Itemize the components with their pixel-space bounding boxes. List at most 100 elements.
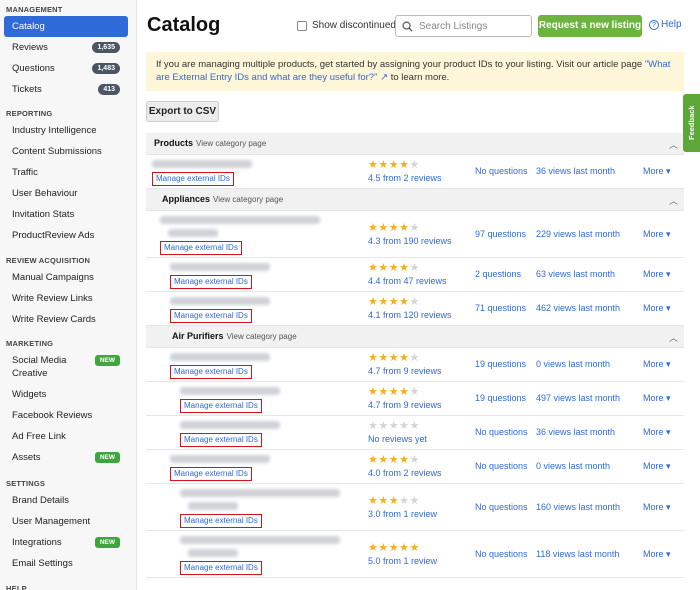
views-link[interactable]: 497 views last month (536, 393, 620, 403)
sidebar-item-catalog[interactable]: Catalog (4, 16, 128, 37)
manage-external-ids-link[interactable]: Manage external IDs (180, 433, 262, 447)
chevron-up-icon[interactable]: ︿ (669, 138, 678, 151)
chevron-up-icon[interactable]: ︿ (669, 331, 678, 344)
more-dropdown[interactable]: More ▾ (643, 393, 671, 404)
more-dropdown[interactable]: More ▾ (643, 549, 671, 560)
rating-summary-link[interactable]: 4.4 from 47 reviews (368, 276, 447, 286)
more-dropdown[interactable]: More ▾ (643, 269, 671, 280)
sidebar-item-productreview-ads[interactable]: ProductReview Ads (0, 225, 136, 246)
views-link[interactable]: 36 views last month (536, 166, 615, 176)
sidebar-item-content-submissions[interactable]: Content Submissions (0, 141, 136, 162)
sidebar-item-brand-details[interactable]: Brand Details (0, 490, 136, 511)
star-icon: ★ (409, 262, 420, 274)
views-link[interactable]: 229 views last month (536, 229, 620, 239)
view-category-link[interactable]: View category page (196, 139, 266, 148)
questions-link[interactable]: No questions (475, 166, 528, 176)
manage-external-ids-link[interactable]: Manage external IDs (180, 561, 262, 575)
manage-external-ids-link[interactable]: Manage external IDs (170, 309, 252, 323)
help-link[interactable]: ? Help (649, 19, 682, 30)
blurred-product-name (170, 263, 270, 271)
questions-link[interactable]: No questions (475, 549, 528, 559)
rating-summary-link[interactable]: 4.1 from 120 reviews (368, 310, 452, 320)
sidebar-item-write-review-cards[interactable]: Write Review Cards (0, 309, 136, 330)
category-title: Products (154, 138, 194, 148)
more-dropdown[interactable]: More ▾ (643, 229, 671, 240)
star-icon: ★ (378, 420, 389, 432)
more-dropdown[interactable]: More ▾ (643, 166, 671, 177)
sidebar-item-social-media-creative[interactable]: Social Media Creative NEW (0, 350, 136, 384)
sidebar-item-label: Questions (12, 63, 55, 74)
more-dropdown[interactable]: More ▾ (643, 502, 671, 513)
more-dropdown[interactable]: More ▾ (643, 359, 671, 370)
sidebar-item-widgets[interactable]: Widgets (0, 384, 136, 405)
rating-summary-link[interactable]: 4.0 from 2 reviews (368, 468, 442, 478)
sidebar-item-manual-campaigns[interactable]: Manual Campaigns (0, 267, 136, 288)
more-dropdown[interactable]: More ▾ (643, 461, 671, 472)
show-discontinued-toggle[interactable]: Show discontinued (297, 20, 396, 31)
manage-external-ids-link[interactable]: Manage external IDs (170, 275, 252, 289)
rating-summary-link[interactable]: 4.7 from 9 reviews (368, 400, 442, 410)
manage-external-ids-link[interactable]: Manage external IDs (160, 241, 242, 255)
sidebar-item-integrations[interactable]: Integrations NEW (0, 532, 136, 553)
star-icon: ★ (368, 159, 379, 171)
sidebar-item-user-behaviour[interactable]: User Behaviour (0, 183, 136, 204)
more-dropdown[interactable]: More ▾ (643, 303, 671, 314)
views-link[interactable]: 0 views last month (536, 461, 610, 471)
manage-external-ids-link[interactable]: Manage external IDs (152, 172, 234, 186)
rating-summary-link[interactable]: 3.0 from 1 review (368, 509, 437, 519)
questions-link[interactable]: No questions (475, 502, 528, 512)
rating-summary-link[interactable]: 4.3 from 190 reviews (368, 236, 452, 246)
questions-link[interactable]: 71 questions (475, 303, 526, 313)
rating-summary-link[interactable]: 5.0 from 1 review (368, 556, 437, 566)
sidebar-item-user-management[interactable]: User Management (0, 511, 136, 532)
blurred-product-name (180, 421, 280, 429)
sidebar-item-traffic[interactable]: Traffic (0, 162, 136, 183)
views-link[interactable]: 63 views last month (536, 269, 615, 279)
sidebar-item-email-settings[interactable]: Email Settings (0, 553, 136, 574)
search-icon (402, 21, 413, 32)
manage-external-ids-link[interactable]: Manage external IDs (180, 514, 262, 528)
questions-link[interactable]: No questions (475, 427, 528, 437)
feedback-tab[interactable]: Feedback (683, 94, 700, 152)
chevron-up-icon[interactable]: ︿ (669, 194, 678, 207)
sidebar-item-tickets[interactable]: Tickets 413 (0, 79, 136, 100)
star-icon: ★ (378, 296, 389, 308)
questions-link[interactable]: No questions (475, 461, 528, 471)
sidebar-item-label: Email Settings (12, 558, 73, 569)
views-link[interactable]: 118 views last month (536, 549, 619, 559)
views-link[interactable]: 0 views last month (536, 359, 610, 369)
manage-external-ids-link[interactable]: Manage external IDs (170, 467, 252, 481)
sidebar-item-facebook-reviews[interactable]: Facebook Reviews (0, 405, 136, 426)
questions-link[interactable]: 2 questions (475, 269, 521, 279)
manage-external-ids-link[interactable]: Manage external IDs (170, 365, 252, 379)
search-input[interactable]: Search Listings (395, 15, 532, 37)
sidebar-item-write-review-links[interactable]: Write Review Links (0, 288, 136, 309)
sidebar-item-questions[interactable]: Questions 1,483 (0, 58, 136, 79)
questions-link[interactable]: 19 questions (475, 359, 526, 369)
sidebar-item-industry-intelligence[interactable]: Industry Intelligence (0, 120, 136, 141)
show-discontinued-checkbox[interactable] (297, 20, 307, 31)
blurred-product-name (160, 216, 320, 224)
questions-link[interactable]: 19 questions (475, 393, 526, 403)
views-link[interactable]: 36 views last month (536, 427, 615, 437)
sidebar-item-assets[interactable]: Assets NEW (0, 447, 136, 468)
views-link[interactable]: 462 views last month (536, 303, 620, 313)
rating-summary-link[interactable]: 4.5 from 2 reviews (368, 173, 442, 183)
sidebar-item-reviews[interactable]: Reviews 1,635 (0, 37, 136, 58)
new-badge: NEW (94, 452, 120, 463)
views-link[interactable]: 160 views last month (536, 502, 620, 512)
view-category-link[interactable]: View category page (227, 332, 297, 341)
view-category-link[interactable]: View category page (213, 195, 283, 204)
blurred-product-name (170, 297, 270, 305)
request-listing-button[interactable]: Request a new listing (538, 15, 642, 37)
questions-link[interactable]: 97 questions (475, 229, 526, 239)
export-csv-button[interactable]: Export to CSV (146, 101, 219, 122)
manage-external-ids-link[interactable]: Manage external IDs (180, 399, 262, 413)
page-title: Catalog (147, 14, 221, 36)
more-dropdown[interactable]: More ▾ (643, 427, 671, 438)
rating-summary-link[interactable]: No reviews yet (368, 434, 427, 444)
sidebar-item-ad-free-link[interactable]: Ad Free Link (0, 426, 136, 447)
rating-summary-link[interactable]: 4.7 from 9 reviews (368, 366, 442, 376)
sidebar-item-invitation-stats[interactable]: Invitation Stats (0, 204, 136, 225)
star-icon: ★ (388, 352, 400, 364)
